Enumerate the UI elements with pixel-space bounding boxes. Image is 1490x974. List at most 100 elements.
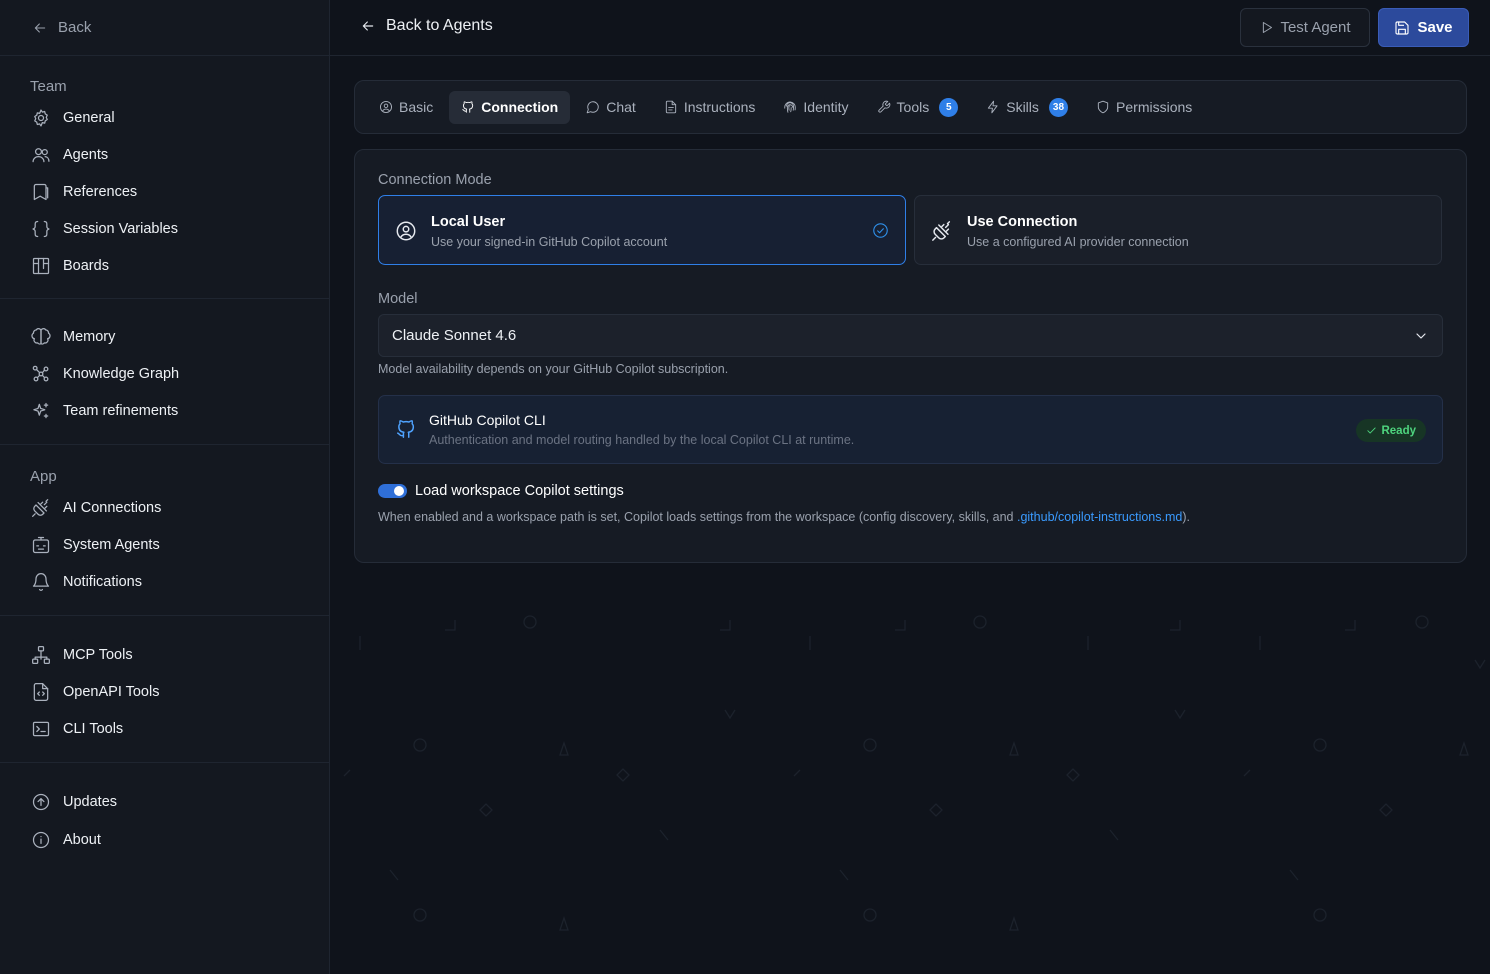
tab-connection[interactable]: Connection: [449, 90, 571, 124]
sidebar-section-misc: Updates About: [0, 763, 329, 859]
mode-card-use-connection[interactable]: Use Connection Use a configured AI provi…: [914, 195, 1442, 265]
tab-chat[interactable]: Chat: [574, 91, 648, 124]
tab-skills[interactable]: Skills 38: [974, 91, 1080, 124]
graph-icon: [31, 364, 51, 384]
sidebar-item-ai-connections[interactable]: AI Connections: [0, 489, 329, 526]
cli-subtitle: Authentication and model routing handled…: [429, 433, 855, 447]
save-button[interactable]: Save: [1378, 8, 1469, 47]
top-bar: Back to Agents Test Agent Save: [330, 0, 1490, 56]
mode-title: Use Connection: [967, 214, 1078, 230]
sidebar-item-label: About: [63, 832, 101, 848]
gear-icon: [31, 108, 51, 128]
tools-count-badge: 5: [939, 97, 959, 117]
mode-card-local-user[interactable]: Local User Use your signed-in GitHub Cop…: [378, 195, 906, 265]
sidebar-item-label: Notifications: [63, 573, 142, 590]
zap-icon: [986, 100, 1000, 114]
tab-label: Identity: [803, 99, 849, 115]
toggle-help-prefix: When enabled and a workspace path is set…: [378, 510, 1017, 524]
braces-icon: [31, 219, 51, 239]
sidebar-item-label: General: [63, 109, 115, 126]
sidebar-heading-team: Team: [30, 78, 67, 95]
test-agent-label: Test Agent: [1280, 19, 1351, 36]
sidebar-item-about[interactable]: About: [0, 821, 329, 859]
plug-icon: [31, 498, 51, 518]
tab-tools[interactable]: Tools 5: [865, 91, 971, 124]
sidebar-item-agents[interactable]: Agents: [0, 136, 329, 173]
bell-icon: [31, 572, 51, 592]
sidebar-item-general[interactable]: General: [0, 99, 329, 136]
back-to-agents-label: Back to Agents: [386, 17, 493, 34]
info-icon: [31, 830, 51, 850]
back-to-agents-link[interactable]: Back to Agents: [360, 17, 493, 35]
tab-identity[interactable]: Identity: [771, 91, 860, 124]
kanban-icon: [31, 256, 51, 276]
model-select[interactable]: Claude Sonnet 4.6: [378, 314, 1443, 357]
network-icon: [31, 645, 51, 665]
user-circle-icon: [395, 220, 417, 242]
sidebar-back-button[interactable]: Back: [0, 0, 329, 56]
terminal-icon: [31, 719, 51, 739]
sidebar-item-cli-tools[interactable]: CLI Tools: [0, 710, 329, 747]
sidebar-section-app: App AI Connections System Agents Notific…: [0, 445, 329, 616]
tab-instructions[interactable]: Instructions: [652, 91, 768, 124]
save-label: Save: [1417, 19, 1453, 36]
copilot-instructions-link[interactable]: .github/copilot-instructions.md: [1017, 510, 1182, 524]
tab-label: Permissions: [1116, 99, 1193, 115]
bot-icon: [31, 535, 51, 555]
connection-mode-label: Connection Mode: [378, 172, 492, 188]
chevron-down-icon: [1413, 328, 1429, 344]
sidebar-item-team-refinements[interactable]: Team refinements: [0, 392, 329, 429]
toggle-help-text: When enabled and a workspace path is set…: [378, 510, 1190, 524]
sidebar-item-label: MCP Tools: [63, 646, 133, 663]
github-icon: [395, 418, 417, 440]
sidebar-item-label: References: [63, 183, 138, 200]
sidebar-item-knowledge-graph[interactable]: Knowledge Graph: [0, 355, 329, 392]
status-label: Ready: [1381, 424, 1416, 437]
background-pattern: [330, 570, 1490, 974]
play-icon: [1259, 20, 1274, 35]
toggle-label: Load workspace Copilot settings: [415, 483, 624, 499]
check-icon: [1366, 425, 1377, 436]
sidebar-item-system-agents[interactable]: System Agents: [0, 526, 329, 563]
sidebar-item-label: Boards: [63, 257, 109, 274]
tab-label: Connection: [481, 99, 559, 115]
sidebar-section-knowledge: Memory Knowledge Graph Team refinements: [0, 299, 329, 445]
arrow-left-icon: [360, 18, 376, 34]
model-help-text: Model availability depends on your GitHu…: [378, 362, 729, 376]
sidebar: Back Team General Agents References Sess…: [0, 0, 330, 974]
tab-label: Tools: [896, 99, 930, 115]
sidebar-item-openapi-tools[interactable]: OpenAPI Tools: [0, 673, 329, 710]
bookmark-icon: [31, 182, 51, 202]
sidebar-item-label: Team refinements: [63, 402, 179, 419]
users-icon: [31, 145, 51, 165]
sparkles-icon: [31, 401, 51, 421]
sidebar-item-session-variables[interactable]: Session Variables: [0, 210, 329, 247]
sidebar-item-boards[interactable]: Boards: [0, 247, 329, 284]
arrow-up-circle-icon: [31, 792, 51, 812]
wrench-icon: [877, 100, 891, 114]
workspace-settings-toggle[interactable]: [378, 484, 407, 498]
sidebar-item-updates[interactable]: Updates: [0, 783, 329, 821]
workspace-settings-toggle-row[interactable]: Load workspace Copilot settings: [378, 483, 624, 499]
agent-tabs: Basic Connection Chat Instructions Ident…: [354, 80, 1467, 134]
sidebar-section-tools: MCP Tools OpenAPI Tools CLI Tools: [0, 616, 329, 763]
tab-label: Basic: [399, 99, 434, 115]
sidebar-item-memory[interactable]: Memory: [0, 318, 329, 355]
status-badge: Ready: [1356, 419, 1426, 442]
copilot-cli-card: GitHub Copilot CLI Authentication and mo…: [378, 395, 1443, 464]
fingerprint-icon: [783, 100, 797, 114]
sidebar-item-notifications[interactable]: Notifications: [0, 563, 329, 600]
sidebar-item-label: CLI Tools: [63, 720, 124, 737]
mode-title: Local User: [431, 214, 506, 230]
sidebar-item-label: Agents: [63, 146, 109, 163]
tab-permissions[interactable]: Permissions: [1084, 91, 1204, 124]
sidebar-item-label: Updates: [63, 794, 118, 810]
model-label: Model: [378, 291, 418, 307]
tab-basic[interactable]: Basic: [367, 91, 445, 124]
sidebar-item-references[interactable]: References: [0, 173, 329, 210]
test-agent-button[interactable]: Test Agent: [1240, 8, 1370, 47]
tab-label: Skills: [1006, 99, 1039, 115]
sidebar-item-mcp-tools[interactable]: MCP Tools: [0, 636, 329, 673]
file-icon: [664, 100, 678, 114]
sidebar-item-label: Memory: [63, 328, 116, 345]
